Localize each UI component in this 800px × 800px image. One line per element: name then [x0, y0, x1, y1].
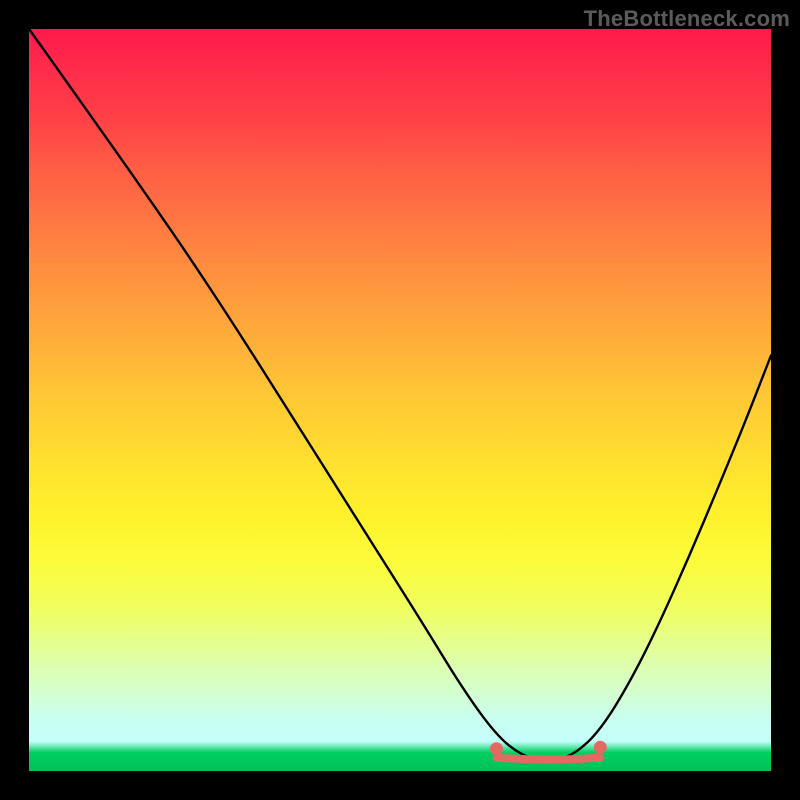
bottleneck-curve: [29, 29, 771, 771]
flat-segment: [497, 758, 601, 760]
chart-frame: TheBottleneck.com: [0, 0, 800, 800]
chart-plot-area: [29, 29, 771, 771]
marker-left: [490, 742, 503, 755]
curve-path: [29, 29, 771, 760]
marker-right: [594, 741, 607, 754]
watermark-text: TheBottleneck.com: [584, 6, 790, 32]
